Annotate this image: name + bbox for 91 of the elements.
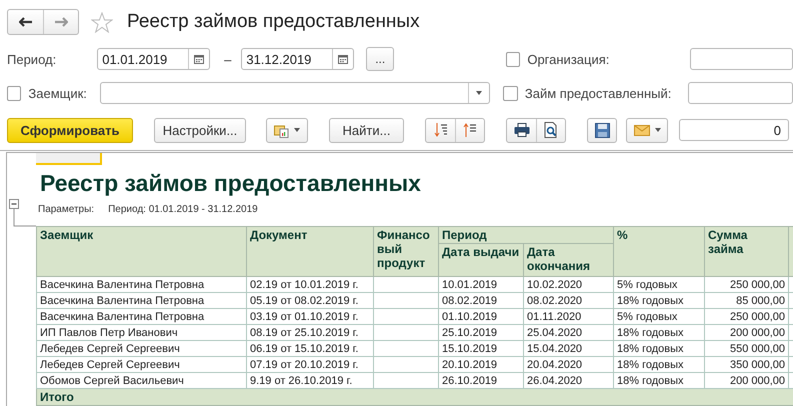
table-cell: 5% годовых (614, 308, 705, 324)
table-cell: 08.02.2020 (524, 292, 614, 308)
field-label: Период: (7, 52, 56, 66)
period-button[interactable]: ... (366, 47, 394, 71)
table-cell: Васечкина Валентина Петровна (36, 308, 246, 324)
table-cell: 03.19 от 01.10.2019 г. (246, 308, 374, 324)
table-cell: 15.10.2019 (438, 340, 524, 356)
organization-field[interactable] (690, 48, 793, 70)
table-cell (374, 324, 438, 340)
caret-icon (476, 91, 482, 95)
table-cell: 18% годовых (614, 340, 705, 356)
caret-icon (654, 128, 660, 132)
table-cell: 18% годовых (614, 324, 705, 340)
column-header: Дата окончания (524, 244, 614, 276)
table-cell: 08.02.2019 (438, 292, 524, 308)
table-cell: 5% годовых (614, 276, 705, 292)
counter-field[interactable]: 0 (679, 119, 789, 141)
find-button[interactable]: Найти... (329, 118, 404, 142)
variant-button[interactable] (266, 118, 308, 142)
window-title: Реестр займов предоставленных (127, 11, 420, 33)
report-title: Реестр займов предоставленных (39, 168, 422, 198)
envelope-icon (634, 124, 650, 136)
sort-descending-icon (434, 122, 448, 138)
table-cell: 07.19 от 20.10.2019 г. (246, 356, 374, 372)
date-field[interactable]: 31.12.2019 (241, 48, 354, 70)
printer-icon (514, 123, 530, 137)
total-row: Итого (36, 388, 793, 406)
loan-field[interactable] (688, 82, 793, 104)
table-cell: 01.11.2020 (524, 308, 614, 324)
table-cell: 08.19 от 25.10.2019 г. (246, 324, 374, 340)
column-header: Документ (246, 226, 374, 276)
table-cell: Васечкина Валентина Петровна (36, 292, 246, 308)
column-header: Заемщик (36, 226, 246, 276)
table-cell: 10.02.2020 (524, 276, 614, 292)
table-cell: 25.04.2020 (524, 324, 614, 340)
table-cell: ИП Павлов Петр Иванович (36, 324, 246, 340)
table-cell: 02.19 от 10.01.2019 г. (246, 276, 374, 292)
generate-button[interactable]: Сформировать (7, 118, 133, 142)
table-cell (374, 356, 438, 372)
table-cell: 25.10.2019 (438, 324, 524, 340)
checkbox[interactable] (7, 86, 22, 100)
folder-icon (274, 122, 289, 138)
table-cell: 200 000,00 (704, 324, 789, 340)
dash: – (224, 52, 232, 66)
checkbox[interactable] (506, 52, 520, 66)
table-cell: 85 000,00 (704, 292, 789, 308)
column-header: Период (438, 226, 614, 244)
table-cell: 18% годовых (614, 292, 705, 308)
table-cell: 18% годовых (614, 356, 705, 372)
save-button[interactable] (587, 118, 617, 142)
table-cell: 550 000,00 (704, 340, 789, 356)
table-cell: 10.01.2019 (438, 276, 524, 292)
column-header: Дата выдачи (438, 244, 524, 276)
send-button[interactable] (626, 118, 668, 142)
column-header: % (614, 226, 705, 276)
table-cell: 06.19 от 15.10.2019 г. (246, 340, 374, 356)
field-label: Займ предоставленный: (524, 86, 672, 100)
table-cell (374, 276, 438, 292)
table-cell: 15.04.2020 (524, 340, 614, 356)
settings-button[interactable]: Настройки... (154, 118, 246, 142)
field-label: Заемщик: (28, 86, 87, 100)
table-cell: 20.10.2019 (438, 356, 524, 372)
table-cell: 01.10.2019 (438, 308, 524, 324)
table-cell: Лебедев Сергей Сергеевич (36, 340, 246, 356)
page-magnifier-icon (544, 122, 558, 138)
sort-ascending-icon (463, 122, 477, 138)
calendar-icon (194, 54, 204, 64)
column-header: Финансовый продукт (374, 226, 438, 276)
table-cell: 20.04.2020 (524, 356, 614, 372)
table-cell (374, 292, 438, 308)
checkbox[interactable] (503, 86, 518, 100)
back-arrow-icon (18, 17, 32, 27)
table-cell: 250 000,00 (704, 276, 789, 292)
borrower-field[interactable] (100, 82, 490, 104)
field-label: Организация: (527, 52, 610, 66)
table-cell (374, 308, 438, 324)
forward-arrow-icon (54, 17, 68, 27)
table-cell: 350 000,00 (704, 356, 789, 372)
parameters-label: Параметры: (38, 204, 94, 217)
table-cell: 250 000,00 (704, 308, 789, 324)
date-field[interactable]: 01.01.2019 (97, 48, 210, 70)
parameters-value: Период: 01.01.2019 - 31.12.2019 (108, 204, 258, 217)
cell-marker (36, 153, 102, 165)
column-header: Сумма займа (704, 226, 789, 276)
table-cell: Васечкина Валентина Петровна (36, 276, 246, 292)
star-icon[interactable] (91, 12, 113, 32)
caret-icon (294, 128, 300, 132)
table-cell: 05.19 от 08.02.2019 г. (246, 292, 374, 308)
table-cell (374, 340, 438, 356)
calendar-icon (338, 54, 348, 64)
table-cell: Лебедев Сергей Сергеевич (36, 356, 246, 372)
